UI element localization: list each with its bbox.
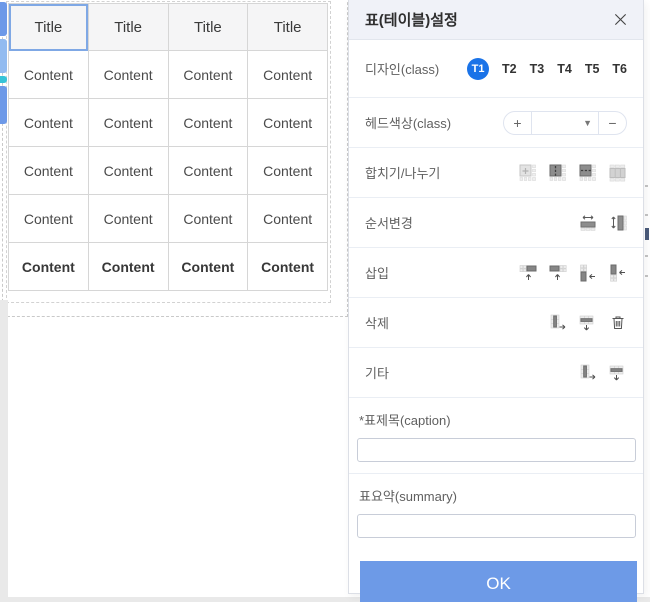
preview-table: TitleTitleTitleTitleContentContentConten…: [8, 3, 328, 291]
insert-column-left-icon[interactable]: [579, 264, 597, 282]
table-cell[interactable]: Content: [9, 99, 89, 147]
insert-column-right-icon[interactable]: [609, 264, 627, 282]
tool-row: 삽입: [349, 248, 643, 298]
table-row: TitleTitleTitleTitle: [9, 4, 328, 51]
table-settings-dialog: 표(테이블)설정 디자인(class) T1 T2 T3 T4 T5 T6 헤드색상(cl…: [348, 0, 644, 594]
tool-row: 순서변경: [349, 198, 643, 248]
tool-row-icons: [579, 364, 627, 382]
table-cell[interactable]: Content: [248, 243, 328, 291]
summary-label: 표요약(summary): [359, 486, 636, 505]
split-cell-vertical-icon[interactable]: [549, 164, 567, 182]
trash-icon[interactable]: [609, 314, 627, 332]
delete-row-icon[interactable]: [579, 314, 597, 332]
table-cell[interactable]: Content: [168, 243, 248, 291]
chevron-down-icon: ▼: [583, 118, 592, 128]
tool-row-icons: [579, 214, 627, 232]
dialog-title: 표(테이블)설정: [365, 9, 458, 30]
insert-row-above-icon[interactable]: [519, 264, 537, 282]
table-header-cell[interactable]: Title: [168, 4, 248, 51]
table-cell[interactable]: Content: [88, 51, 168, 99]
table-cell[interactable]: Content: [88, 147, 168, 195]
ok-button[interactable]: OK: [360, 561, 637, 602]
tool-row-icons: [519, 164, 627, 182]
design-row: 디자인(class) T1 T2 T3 T4 T5 T6: [349, 40, 643, 98]
toolbar-button-4[interactable]: [0, 86, 7, 124]
table-cell[interactable]: Content: [9, 147, 89, 195]
table-cell[interactable]: Content: [168, 147, 248, 195]
table-cell[interactable]: Content: [248, 99, 328, 147]
tool-row-icons: [549, 314, 627, 332]
tool-row-label: 삽입: [365, 263, 389, 282]
tool-row: 합치기/나누기: [349, 148, 643, 198]
tool-row-icons: [519, 264, 627, 282]
design-options: T1 T2 T3 T4 T5 T6: [467, 58, 627, 80]
toolbar-button-2[interactable]: [0, 39, 7, 73]
design-option-t1[interactable]: T1: [467, 58, 489, 80]
head-color-minus-button[interactable]: −: [599, 112, 626, 134]
design-option-t4[interactable]: T4: [557, 62, 572, 76]
table-row: ContentContentContentContent: [9, 51, 328, 99]
table-cell[interactable]: Content: [168, 51, 248, 99]
table-cell[interactable]: Content: [9, 51, 89, 99]
tool-row: 삭제: [349, 298, 643, 348]
tool-row-label: 기타: [365, 363, 389, 382]
tool-row-label: 합치기/나누기: [365, 163, 440, 182]
table-cell[interactable]: Content: [168, 99, 248, 147]
unmerge-cells-icon[interactable]: [609, 164, 627, 182]
insert-row-below-icon[interactable]: [549, 264, 567, 282]
split-cell-horizontal-icon[interactable]: [579, 164, 597, 182]
design-option-t3[interactable]: T3: [530, 62, 545, 76]
dialog-header: 표(테이블)설정: [349, 0, 643, 40]
tool-row-label: 순서변경: [365, 213, 413, 232]
summary-input[interactable]: [357, 514, 636, 538]
design-label: 디자인(class): [365, 59, 439, 78]
design-option-t2[interactable]: T2: [502, 62, 517, 76]
etc-row-icon[interactable]: [609, 364, 627, 382]
head-color-plus-button[interactable]: +: [504, 112, 531, 134]
toolbar-button-1[interactable]: [0, 2, 7, 36]
table-cell[interactable]: Content: [248, 147, 328, 195]
tool-row-label: 삭제: [365, 313, 389, 332]
caption-label: *표제목(caption): [359, 410, 636, 429]
close-icon: [613, 12, 628, 27]
table-cell[interactable]: Content: [248, 51, 328, 99]
table-cell[interactable]: Content: [248, 195, 328, 243]
move-column-icon[interactable]: [579, 214, 597, 232]
move-row-icon[interactable]: [609, 214, 627, 232]
caption-block: *표제목(caption): [349, 398, 643, 474]
summary-block: 표요약(summary): [349, 474, 643, 549]
page-background-left: [0, 300, 8, 602]
table-cell[interactable]: Content: [88, 195, 168, 243]
table-cell[interactable]: Content: [168, 195, 248, 243]
close-button[interactable]: [611, 11, 629, 29]
head-color-label: 헤드색상(class): [365, 113, 451, 132]
side-toolbar: [0, 0, 8, 130]
etc-column-icon[interactable]: [579, 364, 597, 382]
toolbar-button-3[interactable]: [0, 76, 7, 83]
design-option-t5[interactable]: T5: [585, 62, 600, 76]
design-option-t6[interactable]: T6: [612, 62, 627, 76]
page-edge-fragments: [645, 0, 650, 597]
page: TitleTitleTitleTitleContentContentConten…: [0, 0, 650, 602]
tool-row: 기타: [349, 348, 643, 398]
head-color-control: + ▼ −: [503, 111, 627, 135]
table-cell[interactable]: Content: [9, 243, 89, 291]
head-color-select[interactable]: ▼: [531, 112, 599, 134]
table-row: ContentContentContentContent: [9, 195, 328, 243]
caption-input[interactable]: [357, 438, 636, 462]
table-header-cell[interactable]: Title: [248, 4, 328, 51]
table-header-cell[interactable]: Title: [9, 4, 89, 51]
tool-rows: 합치기/나누기순서변경삽입삭제기타: [349, 148, 643, 398]
delete-column-icon[interactable]: [549, 314, 567, 332]
table-row: ContentContentContentContent: [9, 243, 328, 291]
table-cell[interactable]: Content: [88, 99, 168, 147]
table-header-cell[interactable]: Title: [88, 4, 168, 51]
table-cell[interactable]: Content: [88, 243, 168, 291]
table-cell[interactable]: Content: [9, 195, 89, 243]
merge-cells-icon[interactable]: [519, 164, 537, 182]
table-row: ContentContentContentContent: [9, 99, 328, 147]
table-row: ContentContentContentContent: [9, 147, 328, 195]
head-color-row: 헤드색상(class) + ▼ −: [349, 98, 643, 148]
